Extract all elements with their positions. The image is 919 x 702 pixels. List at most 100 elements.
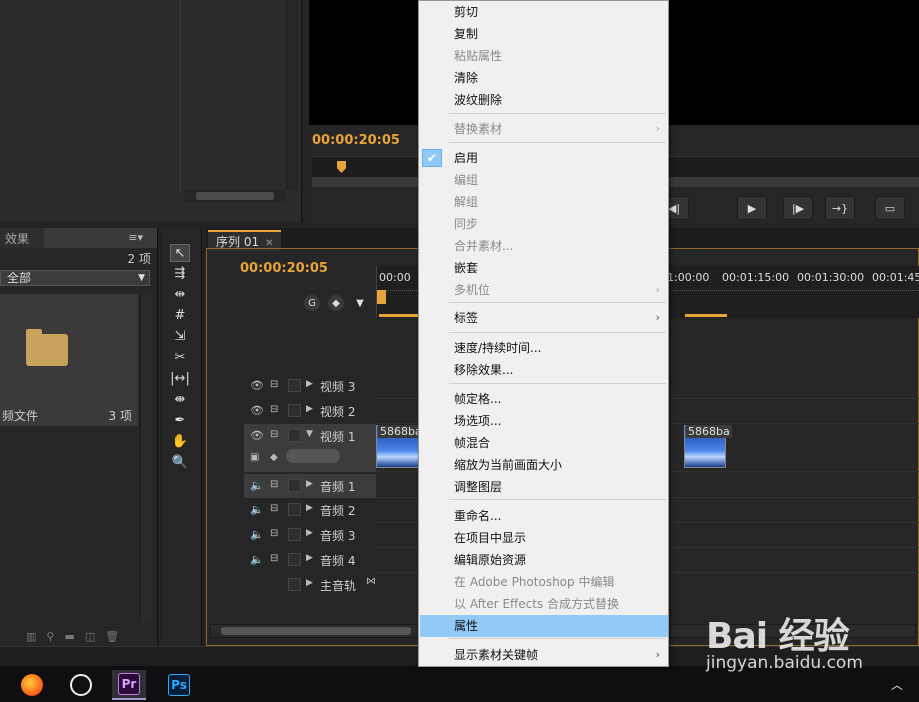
speaker-icon[interactable]: 🔈: [250, 479, 264, 492]
bin-thumbnail[interactable]: 频文件 3 项: [0, 294, 138, 426]
new-item-icon[interactable]: ◫: [85, 630, 95, 643]
track-header-audio-2[interactable]: 🔈 ⊟ ▶ 音频 2: [244, 498, 376, 522]
play-button[interactable]: ▶: [737, 196, 767, 220]
taskbar-firefox[interactable]: [15, 670, 49, 700]
set-marker-button[interactable]: ▼: [352, 295, 368, 311]
timeline-timecode[interactable]: 00:00:20:05: [240, 261, 328, 276]
rate-stretch-tool[interactable]: ⇲: [170, 327, 190, 345]
close-icon[interactable]: ✕: [265, 238, 273, 249]
work-area-bar[interactable]: [379, 314, 419, 317]
menu-item[interactable]: 缩放为当前画面大小: [420, 454, 668, 476]
keyframe-navigator[interactable]: [286, 449, 340, 463]
menu-item[interactable]: 标签 ›: [420, 307, 668, 329]
track-header-master[interactable]: ▶ 主音轨 ⋈: [244, 573, 376, 597]
monitor-timecode[interactable]: 00:00:20:05: [312, 133, 400, 148]
menu-item[interactable]: 波纹删除: [420, 89, 668, 111]
project-vertical-scrollbar[interactable]: [286, 0, 298, 190]
expand-icon[interactable]: ▶: [306, 503, 313, 513]
eye-icon[interactable]: 👁: [250, 379, 264, 392]
tab-sequence[interactable]: 序列 01 ✕: [208, 230, 282, 251]
zoom-tool[interactable]: 🔍: [170, 453, 190, 471]
scroll-thumb[interactable]: [221, 627, 411, 635]
track-header-video-1[interactable]: 👁 ⊟ ▼ 视频 1 ▣ ◆: [244, 424, 376, 472]
eye-icon[interactable]: 👁: [250, 404, 264, 417]
menu-item[interactable]: 属性: [420, 615, 668, 637]
scroll-thumb[interactable]: [196, 192, 274, 200]
lock-box[interactable]: [288, 578, 301, 591]
keyframe-icon[interactable]: ◆: [270, 452, 278, 463]
step-forward-button[interactable]: |▶: [783, 196, 813, 220]
rolling-edit-tool[interactable]: #: [170, 306, 190, 324]
track-header-video-3[interactable]: 👁 ⊟ ▶ 视频 3: [244, 374, 376, 398]
menu-item[interactable]: 剪切: [420, 1, 668, 23]
ripple-edit-tool[interactable]: ⇹: [170, 285, 190, 303]
sync-lock-icon[interactable]: ⊟: [270, 429, 278, 440]
expand-icon[interactable]: ▶: [306, 404, 313, 414]
filter-dropdown[interactable]: 全部 ▼: [0, 270, 150, 286]
menu-item[interactable]: 移除效果...: [420, 359, 668, 381]
track-header-audio-1[interactable]: 🔈 ⊟ ▶ 音频 1: [244, 474, 376, 498]
sync-lock-icon[interactable]: ⊟: [270, 553, 278, 564]
tab-effects[interactable]: 效果: [0, 228, 44, 248]
timeline-playhead[interactable]: [377, 290, 386, 304]
lock-box[interactable]: [288, 503, 301, 516]
track-header-audio-3[interactable]: 🔈 ⊟ ▶ 音频 3: [244, 523, 376, 547]
video-clip[interactable]: 5868ba: [684, 425, 732, 468]
menu-item[interactable]: 嵌套: [420, 257, 668, 279]
new-bin-icon[interactable]: ▬: [64, 630, 74, 643]
slip-tool[interactable]: |↔|: [170, 369, 190, 387]
menu-item[interactable]: 重命名...: [420, 505, 668, 527]
taskbar-photoshop[interactable]: Ps: [162, 670, 196, 700]
menu-item[interactable]: 帧混合: [420, 432, 668, 454]
track-select-tool[interactable]: ⇶: [170, 264, 190, 282]
expand-icon[interactable]: ▶: [306, 528, 313, 538]
project-horizontal-scrollbar[interactable]: [184, 190, 286, 202]
selection-tool[interactable]: ↖: [170, 244, 190, 262]
go-to-out-button[interactable]: →}: [825, 196, 855, 220]
menu-item[interactable]: 清除: [420, 67, 668, 89]
speaker-icon[interactable]: 🔈: [250, 553, 264, 566]
razor-tool[interactable]: ✂: [170, 348, 190, 366]
menu-item[interactable]: 复制: [420, 23, 668, 45]
lock-box[interactable]: [288, 479, 301, 492]
video-clip[interactable]: 5868ba: [376, 425, 424, 468]
expand-icon[interactable]: ▶: [306, 553, 313, 563]
speaker-icon[interactable]: 🔈: [250, 528, 264, 541]
find-icon[interactable]: ⚲: [46, 630, 54, 643]
sync-lock-icon[interactable]: ⊟: [270, 479, 278, 490]
lift-button[interactable]: ▭: [875, 196, 905, 220]
effects-scrollbar[interactable]: [140, 294, 152, 622]
expand-icon[interactable]: ▶: [306, 379, 313, 389]
work-area-bar[interactable]: [685, 314, 727, 317]
speaker-icon[interactable]: 🔈: [250, 503, 264, 516]
eye-icon[interactable]: 👁: [250, 429, 264, 442]
sync-lock-icon[interactable]: ⊟: [270, 404, 278, 415]
lock-box[interactable]: [288, 429, 301, 442]
menu-item[interactable]: 帧定格...: [420, 388, 668, 410]
list-view-icon[interactable]: ▥: [26, 630, 36, 643]
hand-tool[interactable]: ✋: [170, 432, 190, 450]
pen-tool[interactable]: ✒: [170, 411, 190, 429]
menu-item[interactable]: 速度/持续时间...: [420, 337, 668, 359]
track-header-video-2[interactable]: 👁 ⊟ ▶ 视频 2: [244, 399, 376, 423]
delete-icon[interactable]: 🗑: [105, 630, 119, 643]
menu-item[interactable]: 显示素材关键帧 ›: [420, 644, 668, 666]
lock-box[interactable]: [288, 528, 301, 541]
display-style-icon[interactable]: ▣: [250, 452, 259, 463]
menu-item[interactable]: 调整图层: [420, 476, 668, 498]
track-header-audio-4[interactable]: 🔈 ⊟ ▶ 音频 4: [244, 548, 376, 572]
snap-button[interactable]: G: [304, 295, 320, 311]
taskbar-qq[interactable]: [64, 670, 98, 700]
menu-item[interactable]: 在项目中显示: [420, 527, 668, 549]
panel-menu-icon[interactable]: ≡▾: [128, 231, 143, 244]
lock-box[interactable]: [288, 404, 301, 417]
add-marker-button[interactable]: ◆: [328, 295, 344, 311]
sync-lock-icon[interactable]: ⊟: [270, 503, 278, 514]
sync-lock-icon[interactable]: ⊟: [270, 379, 278, 390]
slide-tool[interactable]: ⇼: [170, 390, 190, 408]
lock-box[interactable]: [288, 553, 301, 566]
taskbar-premiere[interactable]: Pr: [112, 670, 146, 700]
menu-item[interactable]: 场选项...: [420, 410, 668, 432]
sync-lock-icon[interactable]: ⊟: [270, 528, 278, 539]
menu-item[interactable]: 启用 ✔: [420, 147, 668, 169]
